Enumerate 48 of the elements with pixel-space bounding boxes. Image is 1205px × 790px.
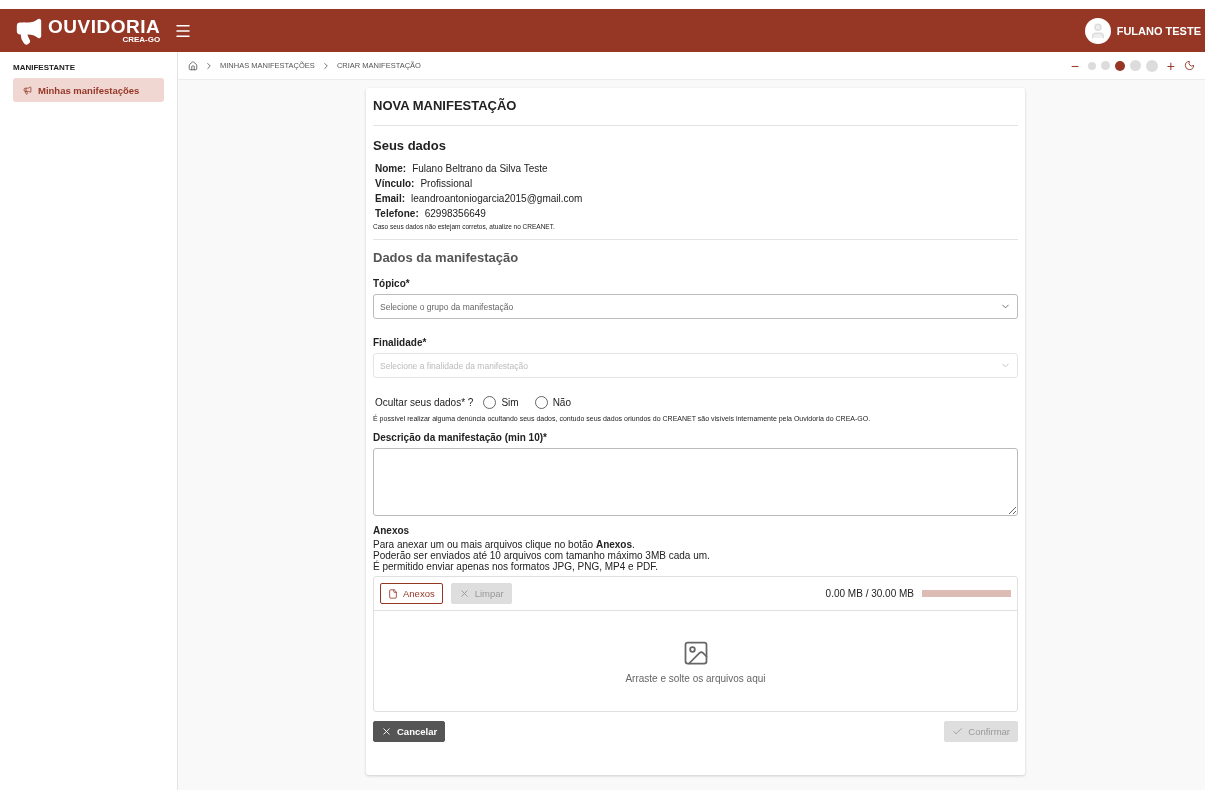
field-value: 62998356649 [424, 208, 486, 219]
attach-button[interactable]: Anexos [380, 583, 443, 604]
field-label: Nome: [375, 163, 407, 174]
field-label: Telefone: [375, 208, 419, 219]
help-text: Para anexar um ou mais arquivos clique no botão Anexos. [373, 539, 635, 550]
field-label: Finalidade* [373, 337, 428, 348]
moon-icon[interactable] [1184, 60, 1195, 71]
sidebar-item[interactable]: Minhas manifestações [13, 78, 164, 102]
field-value: leandroantoniogarcia2015@gmail.com [411, 193, 583, 204]
help-text: Poderão ser enviados até 10 arquivos com tamanho máximo 3MB cada um. [373, 550, 711, 561]
font-size-dot[interactable] [1129, 60, 1141, 71]
help-text: É permitido enviar apenas nos formatos JPG, PNG, MP4 e PDF. [373, 561, 660, 572]
avatar-icon[interactable] [1084, 17, 1111, 44]
close-icon [381, 726, 392, 737]
home-icon[interactable] [188, 60, 198, 71]
decrease-font-button[interactable]: − [1066, 57, 1083, 74]
file-icon [388, 588, 398, 599]
radio-option[interactable]: Não [534, 396, 571, 409]
sidebar-section-title: MANIFESTANTE [13, 63, 77, 72]
font-size-dot[interactable] [1087, 61, 1096, 70]
radio-option[interactable]: Sim [483, 396, 519, 409]
cancel-button[interactable]: Cancelar [373, 721, 446, 742]
field-label: Anexos [373, 525, 411, 536]
field-label: Tópico* [373, 278, 411, 289]
font-size-dot[interactable] [1114, 60, 1125, 71]
radio-group-label: Ocultar seus dados* ? [375, 397, 474, 408]
drop-text: Arraste e solte os arquivos aqui [625, 672, 766, 684]
field-label: Descrição da manifestação (min 10)* [373, 432, 548, 443]
section-title: Dados da manifestação [373, 250, 520, 265]
font-size-dot[interactable] [1100, 61, 1110, 70]
description-field[interactable] [373, 448, 1018, 516]
field-label: Vínculo: [375, 178, 415, 189]
logo-title: OUVIDORIA [48, 17, 161, 36]
size-text: 0.00 MB / 30.00 MB [825, 588, 914, 599]
close-icon [458, 588, 470, 599]
select-field[interactable]: Selecione o grupo da manifestação [373, 294, 1018, 319]
font-size-dot[interactable] [1145, 59, 1158, 72]
field-value: Profissional [420, 178, 473, 189]
check-icon [952, 726, 964, 737]
form-title: NOVA MANIFESTAÇÃO [373, 96, 1018, 126]
section-title: Seus dados [373, 138, 447, 153]
field-value: Fulano Beltrano da Silva Teste [412, 163, 548, 174]
field-label: Email: [375, 193, 405, 204]
logo-subtitle: CREA-GO [122, 36, 161, 44]
increase-font-button[interactable]: + [1162, 57, 1179, 74]
user-name[interactable]: FULANO TESTE [1116, 24, 1201, 37]
chevron-icon [204, 60, 214, 71]
megaphone-icon [23, 85, 32, 95]
